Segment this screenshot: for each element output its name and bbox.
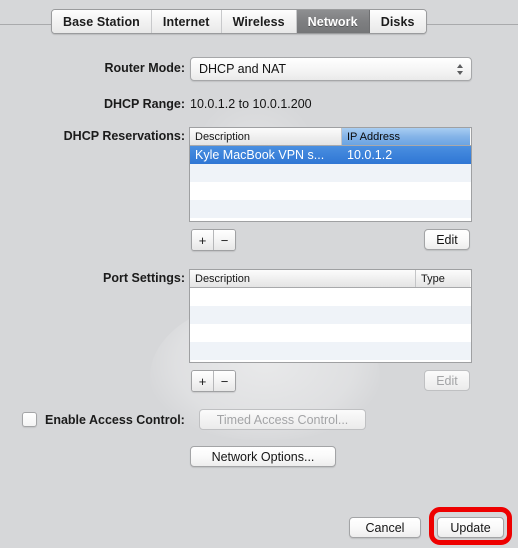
column-header-description[interactable]: Description [190, 270, 416, 287]
add-reservation-button[interactable]: + [192, 230, 214, 250]
dhcp-range-label: DHCP Range: [103, 97, 185, 111]
dhcp-reservations-header-row: Description IP Address [190, 128, 471, 146]
remove-port-setting-button[interactable]: − [214, 371, 235, 391]
router-mode-popup[interactable]: DHCP and NAT [190, 57, 472, 81]
enable-access-control-label: Enable Access Control: [45, 412, 185, 427]
table-row-empty[interactable] [190, 342, 471, 360]
enable-access-control-checkbox[interactable] [22, 412, 37, 427]
cancel-button[interactable]: Cancel [349, 517, 421, 538]
port-settings-add-remove: + − [191, 370, 236, 392]
column-header-description[interactable]: Description [190, 128, 342, 145]
cell-ip-address: 10.0.1.2 [347, 148, 393, 162]
router-mode-value: DHCP and NAT [199, 62, 287, 76]
table-row-empty[interactable] [190, 306, 471, 324]
tab-bar: Base Station Internet Wireless Network D… [51, 9, 427, 34]
dhcp-range-value: 10.0.1.2 to 10.0.1.200 [190, 97, 312, 111]
column-header-ip-address[interactable]: IP Address [342, 128, 470, 145]
remove-reservation-button[interactable]: − [214, 230, 235, 250]
tab-bar-region: Base Station Internet Wireless Network D… [0, 0, 518, 40]
dhcp-reservations-label: DHCP Reservations: [63, 129, 185, 143]
edit-reservation-button[interactable]: Edit [424, 229, 470, 250]
table-row-empty[interactable] [190, 200, 471, 218]
tab-wireless[interactable]: Wireless [221, 10, 297, 33]
table-row-empty[interactable] [190, 218, 471, 221]
timed-access-control-button: Timed Access Control... [199, 409, 366, 430]
tab-base-station[interactable]: Base Station [52, 10, 152, 33]
dhcp-reservations-add-remove: + − [191, 229, 236, 251]
network-options-button[interactable]: Network Options... [190, 446, 336, 467]
table-row-empty[interactable] [190, 324, 471, 342]
table-row-empty[interactable] [190, 164, 471, 182]
update-button[interactable]: Update [437, 517, 504, 538]
router-mode-label: Router Mode: [104, 61, 185, 75]
chevron-updown-icon [454, 58, 465, 80]
table-row[interactable]: Kyle MacBook VPN s... 10.0.1.2 [190, 146, 471, 164]
port-settings-body [190, 288, 471, 360]
dhcp-reservations-body: Kyle MacBook VPN s... 10.0.1.2 [190, 146, 471, 221]
column-header-type[interactable]: Type [416, 270, 470, 287]
tab-disks[interactable]: Disks [369, 10, 426, 33]
port-settings-label: Port Settings: [103, 271, 185, 285]
tab-internet[interactable]: Internet [151, 10, 222, 33]
table-row-empty[interactable] [190, 288, 471, 306]
add-port-setting-button[interactable]: + [192, 371, 214, 391]
dhcp-reservations-table[interactable]: Description IP Address Kyle MacBook VPN … [189, 127, 472, 222]
table-row-empty[interactable] [190, 182, 471, 200]
port-settings-table[interactable]: Description Type [189, 269, 472, 363]
enable-access-control-row[interactable]: Enable Access Control: [22, 412, 185, 427]
port-settings-header-row: Description Type [190, 270, 471, 288]
edit-port-setting-button: Edit [424, 370, 470, 391]
tab-network[interactable]: Network [296, 10, 370, 33]
cell-description: Kyle MacBook VPN s... [195, 148, 325, 162]
